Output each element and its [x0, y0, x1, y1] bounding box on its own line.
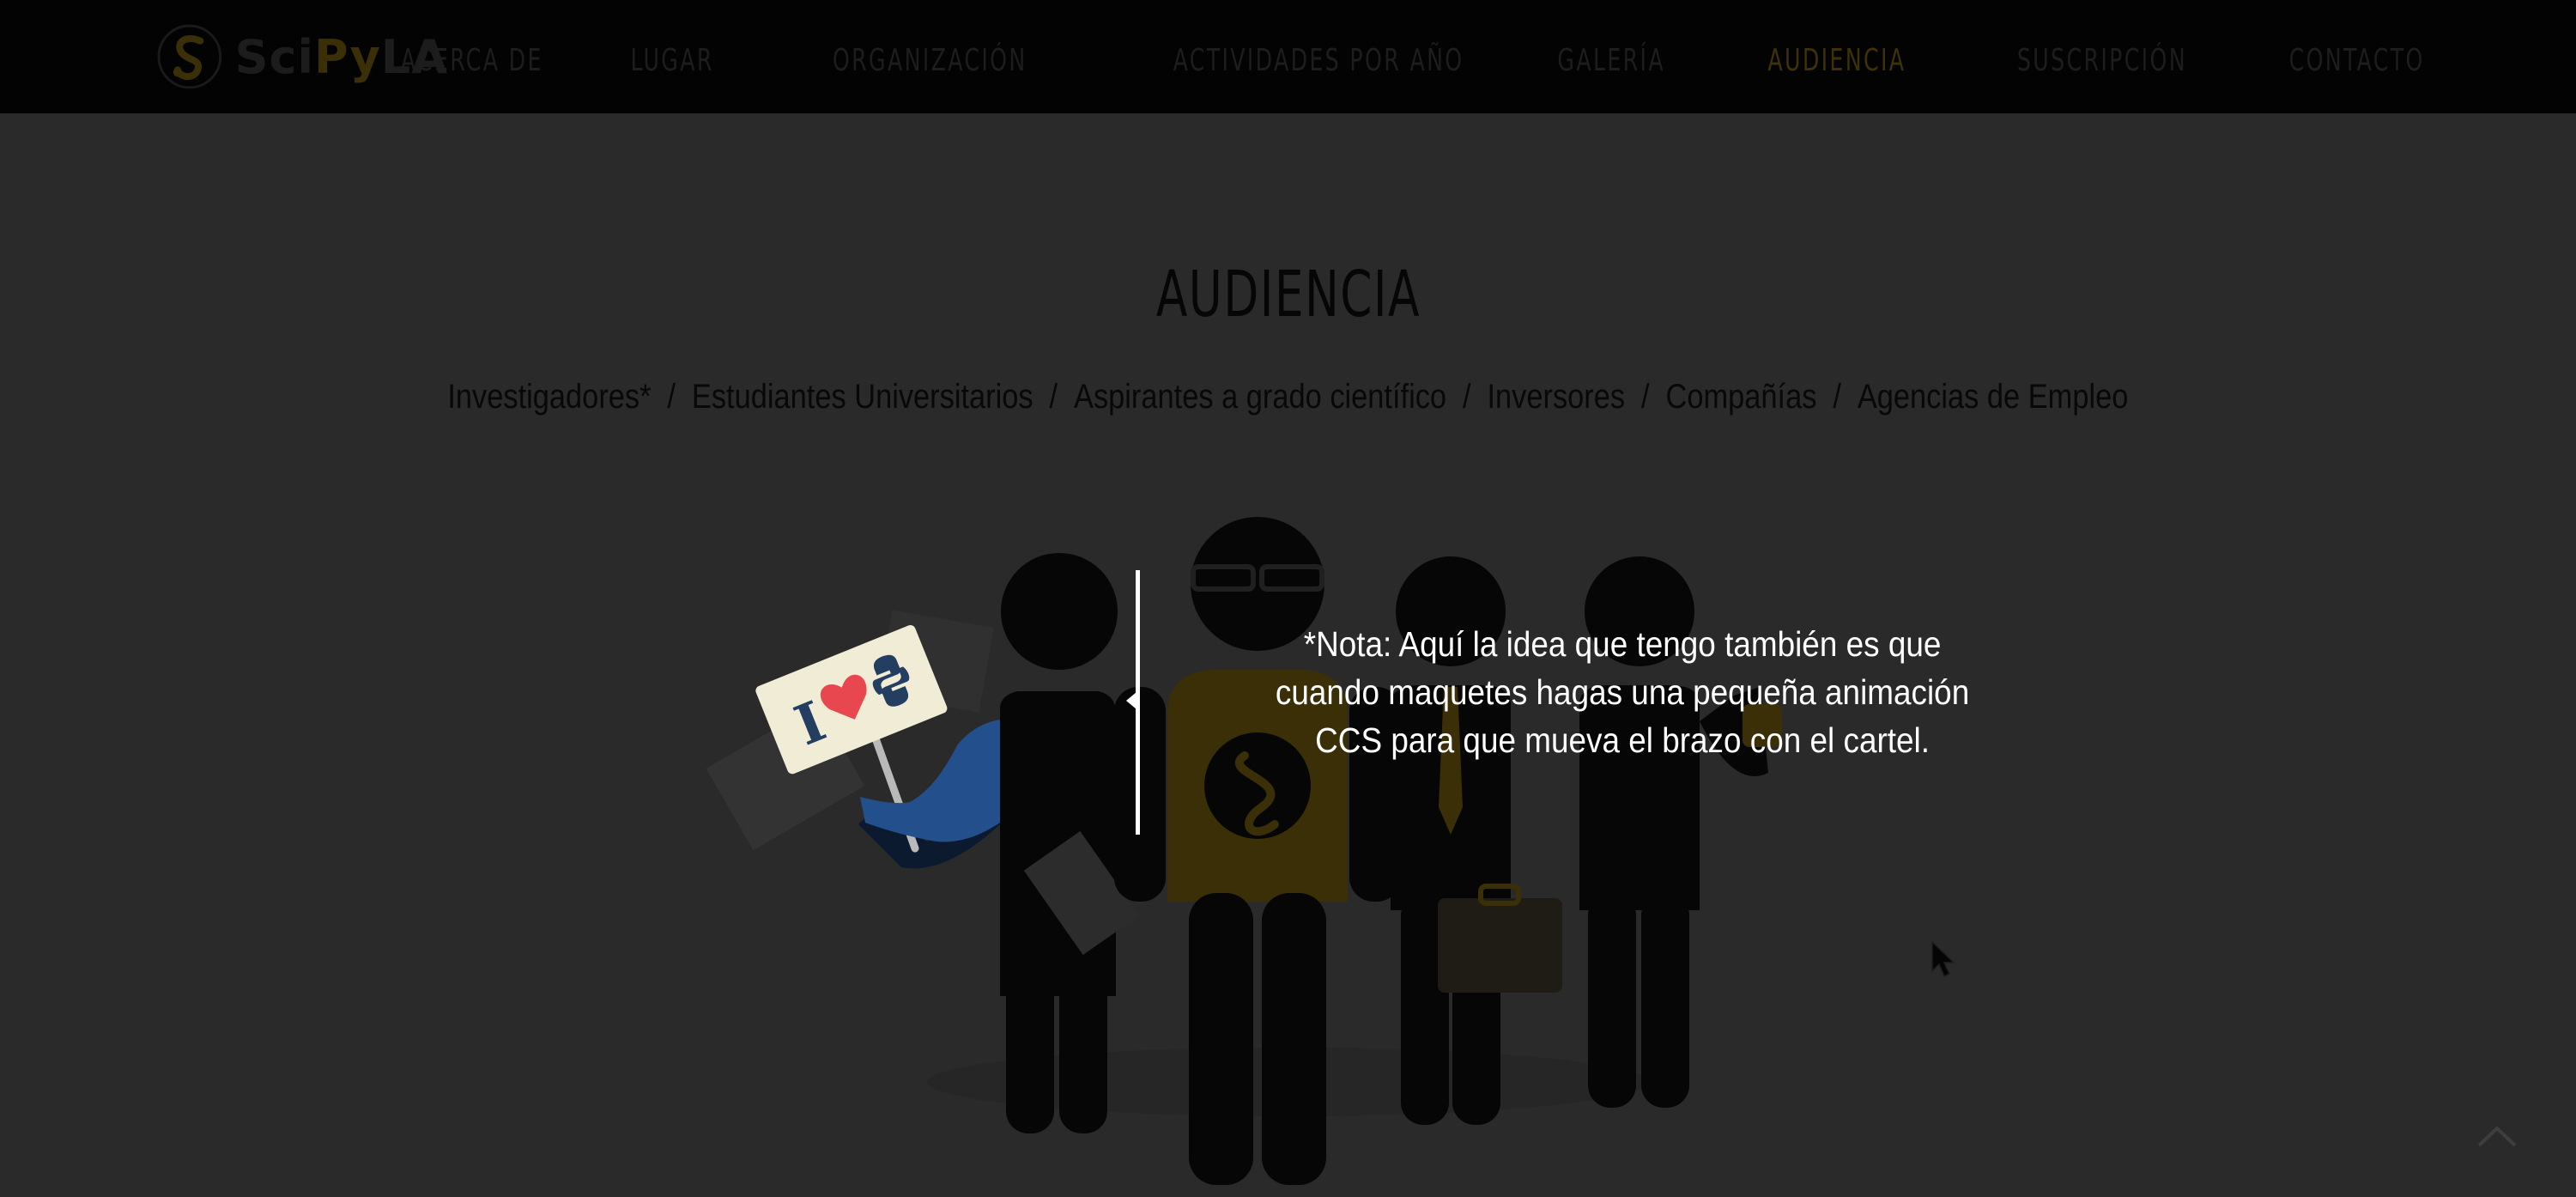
note-caret: [1126, 692, 1136, 709]
main-menu: ACERCA DE LUGAR ORGANIZACIÓN ACTIVIDADES…: [297, 34, 2425, 86]
separator: /: [1641, 378, 1650, 416]
section-title: AUDIENCIA: [0, 258, 2576, 331]
nav-item-actividades[interactable]: ACTIVIDADES POR AÑO: [1173, 43, 1464, 78]
audience-item-companias: Compañías: [1665, 378, 1817, 416]
nav-item-audiencia[interactable]: AUDIENCIA: [1767, 43, 1906, 78]
note-line-1: *Nota: Aquí la idea que tengo también es…: [1303, 624, 1942, 664]
note-line-3: CCS para que mueva el brazo con el carte…: [1315, 720, 1930, 760]
audience-item-investigadores: Investigadores*: [447, 378, 652, 416]
chevron-up-icon[interactable]: [2476, 1123, 2518, 1149]
nav-item-contacto[interactable]: CONTACTO: [2289, 43, 2425, 78]
scipyla-logo-icon: [157, 24, 222, 89]
nav-item-lugar[interactable]: LUGAR: [631, 43, 714, 78]
nav-item-organizacion[interactable]: ORGANIZACIÓN: [833, 43, 1027, 78]
designer-note: *Nota: Aquí la idea que tengo también es…: [1193, 620, 2052, 764]
audience-item-agencias: Agencias de Empleo: [1857, 378, 2129, 416]
audience-item-inversores: Inversores: [1487, 378, 1626, 416]
animated-arm: [860, 720, 1000, 842]
nav-item-suscripcion[interactable]: SUSCRIPCIÓN: [2017, 43, 2187, 78]
top-navbar: SciPyLA ACERCA DE LUGAR ORGANIZACIÓN ACT…: [0, 0, 2576, 113]
separator: /: [667, 378, 676, 416]
section-title-text: AUDIENCIA: [1155, 258, 1421, 331]
separator: /: [1833, 378, 1842, 416]
audience-item-aspirantes: Aspirantes a grado científico: [1074, 378, 1447, 416]
audience-item-estudiantes: Estudiantes Universitarios: [692, 378, 1033, 416]
separator: /: [1049, 378, 1058, 416]
nav-item-acerca-de[interactable]: ACERCA DE: [401, 43, 543, 78]
audience-list: Investigadores* / Estudiantes Universitari…: [0, 378, 2576, 416]
separator: /: [1463, 378, 1471, 416]
note-line-2: cuando maquetes hagas una pequeña animac…: [1275, 672, 1970, 712]
mouse-pointer-icon: [1931, 940, 1955, 978]
nav-item-galeria[interactable]: GALERÍA: [1557, 43, 1665, 78]
